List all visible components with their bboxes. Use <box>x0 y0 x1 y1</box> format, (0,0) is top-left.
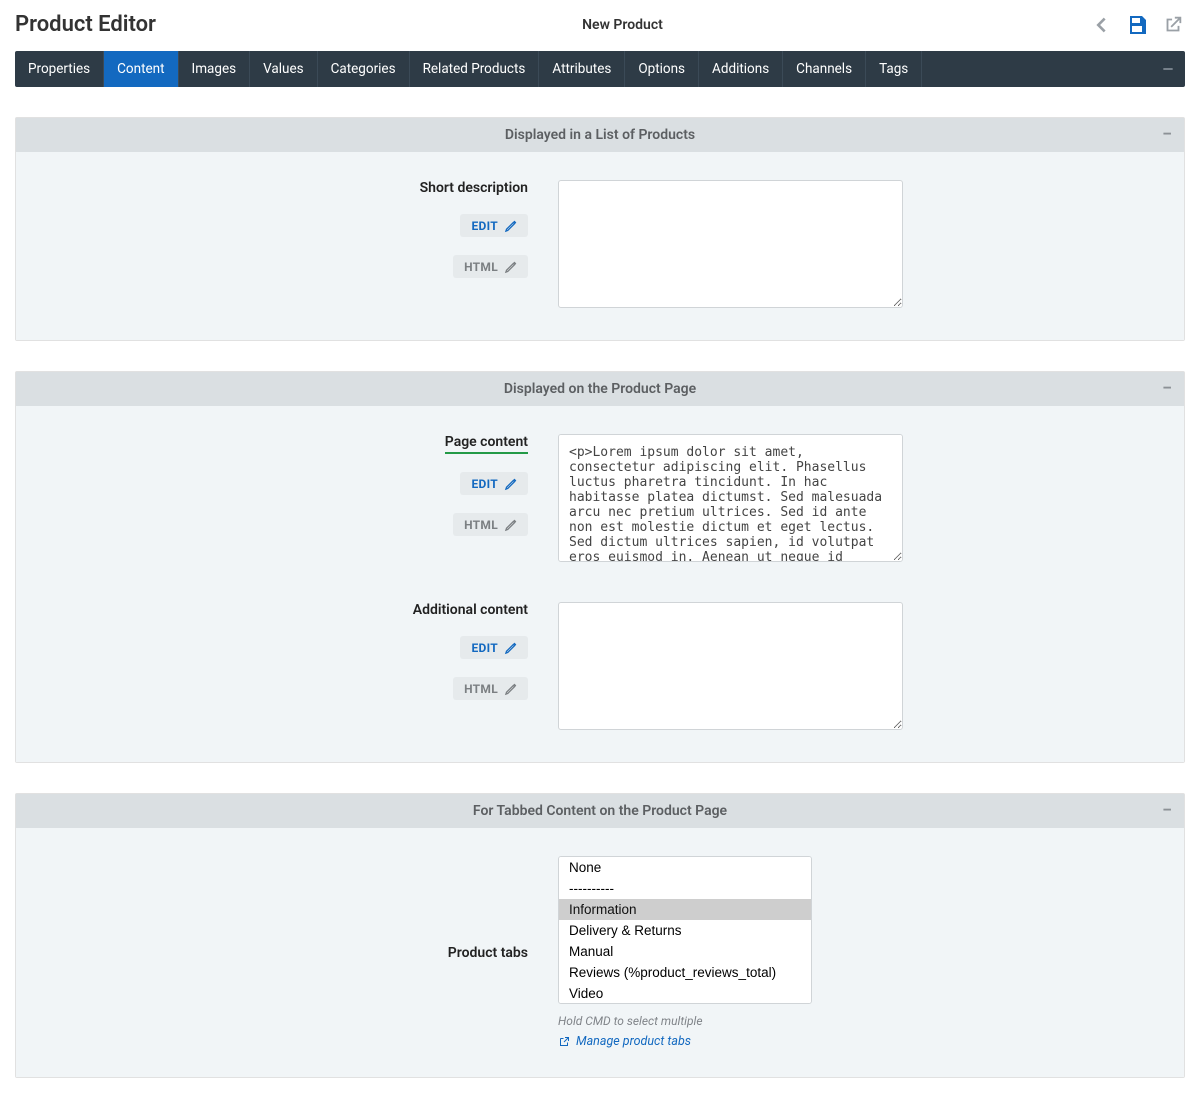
tab-categories[interactable]: Categories <box>318 51 410 87</box>
short-description-html-button[interactable]: HTML <box>453 255 528 278</box>
panel-list-collapse[interactable]: − <box>1162 126 1172 144</box>
panel-list: Displayed in a List of Products − Short … <box>15 117 1185 341</box>
header-subtitle: New Product <box>156 17 1089 33</box>
page-content-label: Page content <box>445 434 528 454</box>
panel-page-header: Displayed on the Product Page − <box>16 372 1184 406</box>
pencil-icon <box>504 681 519 696</box>
pencil-icon <box>504 640 519 655</box>
editor-header: Product Editor New Product <box>0 5 1200 51</box>
product-tabs-hint: Hold CMD to select multiple <box>558 1014 703 1028</box>
additional-content-input[interactable] <box>558 602 903 730</box>
page-content-html-button[interactable]: HTML <box>453 513 528 536</box>
additional-content-label: Additional content <box>413 602 528 618</box>
product-tabs-option[interactable]: None <box>559 857 811 878</box>
panel-page: Displayed on the Product Page − Page con… <box>15 371 1185 763</box>
panel-list-title: Displayed in a List of Products <box>505 127 695 143</box>
tab-related-products[interactable]: Related Products <box>410 51 540 87</box>
additional-content-html-button[interactable]: HTML <box>453 677 528 700</box>
page-title: Product Editor <box>15 12 156 37</box>
tab-tags[interactable]: Tags <box>866 51 922 87</box>
product-tabs-label: Product tabs <box>448 945 528 961</box>
product-tabs-option[interactable]: Information <box>559 899 811 920</box>
panel-tabs: For Tabbed Content on the Product Page −… <box>15 793 1185 1078</box>
panel-page-collapse[interactable]: − <box>1162 380 1172 398</box>
pencil-icon <box>504 517 519 532</box>
header-actions <box>1089 13 1185 37</box>
pencil-icon <box>504 259 519 274</box>
product-tabs-option[interactable]: ---------- <box>559 878 811 899</box>
product-tabs-option[interactable]: Delivery & Returns <box>559 920 811 941</box>
panel-page-title: Displayed on the Product Page <box>504 381 696 397</box>
panel-list-header: Displayed in a List of Products − <box>16 118 1184 152</box>
tab-properties[interactable]: Properties <box>15 51 104 87</box>
tab-images[interactable]: Images <box>179 51 251 87</box>
save-icon[interactable] <box>1125 13 1149 37</box>
pencil-icon <box>504 218 519 233</box>
open-external-icon[interactable] <box>1161 13 1185 37</box>
product-tabs-option[interactable]: Manual <box>559 941 811 962</box>
panel-tabs-title: For Tabbed Content on the Product Page <box>473 803 727 819</box>
tab-channels[interactable]: Channels <box>783 51 866 87</box>
tab-additions[interactable]: Additions <box>699 51 783 87</box>
additional-content-edit-button[interactable]: EDIT <box>460 636 528 659</box>
manage-product-tabs-link[interactable]: Manage product tabs <box>558 1034 691 1049</box>
tab-values[interactable]: Values <box>250 51 318 87</box>
panel-tabs-header: For Tabbed Content on the Product Page − <box>16 794 1184 828</box>
short-description-input[interactable] <box>558 180 903 308</box>
product-tabs-option[interactable]: Reviews (%product_reviews_total) <box>559 962 811 983</box>
short-description-label: Short description <box>420 180 528 196</box>
tab-content[interactable]: Content <box>104 51 178 87</box>
panel-tabs-collapse[interactable]: − <box>1162 802 1172 820</box>
product-tabs-listbox[interactable]: None----------InformationDelivery & Retu… <box>558 856 812 1004</box>
back-icon[interactable] <box>1089 13 1113 37</box>
page-content-edit-button[interactable]: EDIT <box>460 472 528 495</box>
tabbar: PropertiesContentImagesValuesCategoriesR… <box>15 51 1185 87</box>
collapse-tabs-button[interactable] <box>1151 51 1185 87</box>
short-description-edit-button[interactable]: EDIT <box>460 214 528 237</box>
page-content-input[interactable] <box>558 434 903 562</box>
product-tabs-option[interactable]: Video <box>559 983 811 1004</box>
open-external-icon <box>558 1036 570 1048</box>
tab-attributes[interactable]: Attributes <box>539 51 625 87</box>
tab-options[interactable]: Options <box>625 51 699 87</box>
pencil-icon <box>504 476 519 491</box>
